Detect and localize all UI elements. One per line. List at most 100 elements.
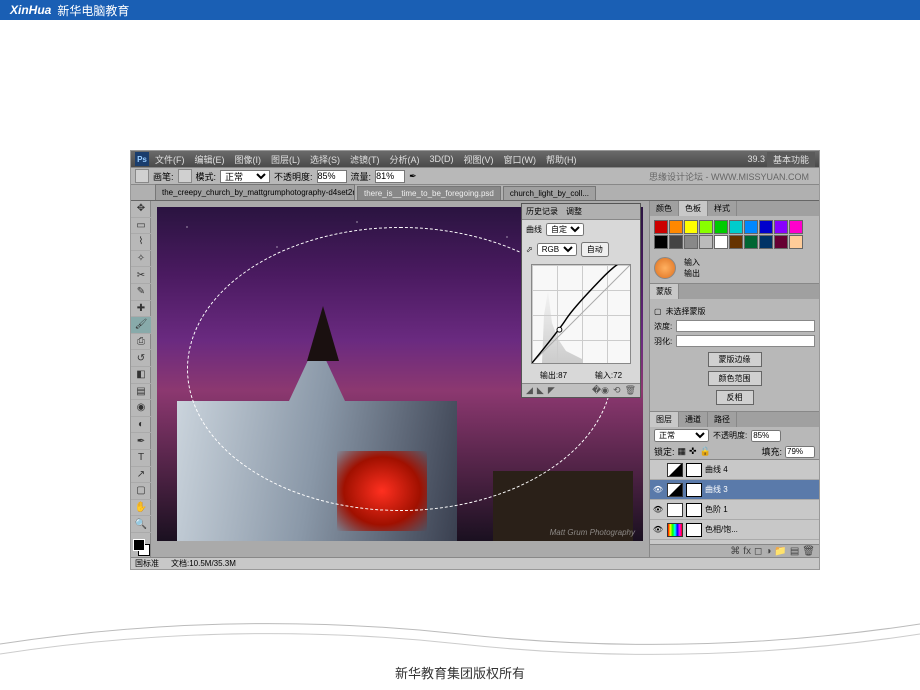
clip-icon[interactable]: �◉	[592, 385, 609, 396]
curves-tab-adjust[interactable]: 调整	[566, 206, 582, 217]
swatch[interactable]	[759, 235, 773, 249]
gradient-tool-icon[interactable]: ▤	[131, 384, 151, 401]
eyedropper-tool-icon[interactable]: ✎	[131, 284, 151, 301]
curves-point-icon[interactable]: ⬀	[526, 245, 533, 254]
color-range-button[interactable]: 颜色范围	[708, 371, 762, 386]
airbrush-icon[interactable]: ✒	[409, 171, 417, 182]
swatch[interactable]	[684, 235, 698, 249]
curves-auto-button[interactable]: 自动	[581, 242, 609, 257]
reset-icon[interactable]: ⟲	[613, 385, 621, 396]
crop-tool-icon[interactable]: ✂	[131, 267, 151, 284]
menu-window[interactable]: 窗口(W)	[500, 153, 541, 166]
brush-tool-icon[interactable]: 🖌	[131, 317, 151, 334]
tab-color[interactable]: 颜色	[650, 201, 679, 216]
swatch[interactable]	[714, 235, 728, 249]
fg-bg-colors[interactable]	[131, 537, 150, 559]
status-zoom[interactable]: 国标准	[135, 558, 159, 569]
menu-3d[interactable]: 3D(D)	[426, 154, 458, 164]
zoom-level[interactable]: 39.3	[747, 154, 765, 164]
layer-row[interactable]: 👁 色阶 1	[650, 500, 819, 520]
curves-channel-select[interactable]: RGB	[537, 243, 577, 256]
swatch-preview[interactable]	[654, 257, 676, 279]
visibility-icon[interactable]: 👁	[652, 505, 664, 514]
swatch[interactable]	[729, 220, 743, 234]
menu-layer[interactable]: 图层(L)	[267, 153, 304, 166]
link-layers-icon[interactable]: ⌘	[730, 546, 740, 557]
hand-tool-icon[interactable]: ✋	[131, 500, 151, 517]
adjustment-layer-icon[interactable]: ◑	[765, 546, 771, 557]
swatch[interactable]	[789, 235, 803, 249]
stamp-tool-icon[interactable]: ⎙	[131, 334, 151, 351]
tab-swatches[interactable]: 色板	[679, 201, 708, 216]
swatch[interactable]	[654, 235, 668, 249]
doc-tab-2[interactable]: there_is__time_to_be_foregoing.psd	[357, 186, 501, 200]
tool-preset-icon[interactable]	[135, 169, 149, 183]
blur-tool-icon[interactable]: ◉	[131, 400, 151, 417]
pen-tool-icon[interactable]: ✒	[131, 433, 151, 450]
curves-preset-select[interactable]: 自定	[546, 223, 584, 236]
flow-input[interactable]	[375, 170, 405, 183]
history-brush-icon[interactable]: ↺	[131, 350, 151, 367]
eyedropper-white-icon[interactable]: ◤	[548, 385, 555, 396]
swatch[interactable]	[744, 235, 758, 249]
layer-fx-icon[interactable]: fx	[743, 546, 751, 557]
tab-styles[interactable]: 样式	[708, 201, 737, 216]
doc-tab-1[interactable]: the_creepy_church_by_mattgrumphotography…	[155, 184, 355, 200]
lock-position-icon[interactable]: ✜	[689, 446, 697, 457]
layer-opacity-input[interactable]	[751, 430, 781, 442]
lasso-tool-icon[interactable]: ⌇	[131, 234, 151, 251]
swatch[interactable]	[759, 220, 773, 234]
curves-tab-history[interactable]: 历史记录	[526, 206, 558, 217]
tab-mask[interactable]: 蒙版	[650, 284, 679, 299]
swatch[interactable]	[654, 220, 668, 234]
feather-input[interactable]	[676, 335, 815, 347]
eraser-tool-icon[interactable]: ◧	[131, 367, 151, 384]
menu-file[interactable]: 文件(F)	[151, 153, 189, 166]
menu-edit[interactable]: 编辑(E)	[191, 153, 229, 166]
dodge-tool-icon[interactable]: ◐	[131, 417, 151, 434]
doc-tab-3[interactable]: church_light_by_coll...	[503, 186, 596, 200]
swatch[interactable]	[684, 220, 698, 234]
shape-tool-icon[interactable]: ▢	[131, 483, 151, 500]
menu-analysis[interactable]: 分析(A)	[386, 153, 424, 166]
eyedropper-black-icon[interactable]: ◢	[526, 385, 533, 396]
invert-button[interactable]: 反相	[716, 390, 754, 405]
swatch[interactable]	[669, 220, 683, 234]
menu-select[interactable]: 选择(S)	[306, 153, 344, 166]
new-layer-icon[interactable]: ▤	[790, 546, 799, 557]
delete-layer-icon[interactable]: 🗑	[802, 546, 815, 557]
swatch[interactable]	[789, 220, 803, 234]
heal-tool-icon[interactable]: ✚	[131, 301, 151, 318]
brush-picker[interactable]	[178, 169, 192, 183]
blend-mode-select[interactable]: 正常	[220, 170, 270, 183]
swatch[interactable]	[714, 220, 728, 234]
zoom-tool-icon[interactable]: 🔍	[131, 516, 151, 533]
path-tool-icon[interactable]: ↗	[131, 467, 151, 484]
wand-tool-icon[interactable]: ✧	[131, 251, 151, 268]
visibility-icon[interactable]: 👁	[652, 485, 664, 494]
layer-row[interactable]: 曲线 4	[650, 460, 819, 480]
type-tool-icon[interactable]: T	[131, 450, 151, 467]
workspace-switcher[interactable]: 基本功能	[767, 152, 815, 167]
layer-blend-select[interactable]: 正常	[654, 429, 709, 442]
swatch[interactable]	[729, 235, 743, 249]
layer-row[interactable]: 👁 曲线 3	[650, 480, 819, 500]
marquee-tool-icon[interactable]: ▭	[131, 218, 151, 235]
layer-group-icon[interactable]: 📁	[774, 546, 786, 557]
menu-help[interactable]: 帮助(H)	[542, 153, 581, 166]
move-tool-icon[interactable]: ✥	[131, 201, 151, 218]
layer-row[interactable]: 👁 色相/饱...	[650, 520, 819, 540]
mask-edge-button[interactable]: 蒙版边缘	[708, 352, 762, 367]
tab-layers[interactable]: 图层	[650, 412, 679, 427]
menu-filter[interactable]: 滤镜(T)	[346, 153, 384, 166]
tab-channels[interactable]: 通道	[679, 412, 708, 427]
menu-image[interactable]: 图像(I)	[231, 153, 266, 166]
swatch[interactable]	[669, 235, 683, 249]
opacity-input[interactable]	[317, 170, 347, 183]
swatch[interactable]	[699, 220, 713, 234]
lock-pixels-icon[interactable]: ▦	[678, 446, 687, 457]
swatch[interactable]	[699, 235, 713, 249]
trash-icon[interactable]: 🗑	[625, 385, 636, 396]
eyedropper-gray-icon[interactable]: ◣	[537, 385, 544, 396]
swatch[interactable]	[774, 220, 788, 234]
